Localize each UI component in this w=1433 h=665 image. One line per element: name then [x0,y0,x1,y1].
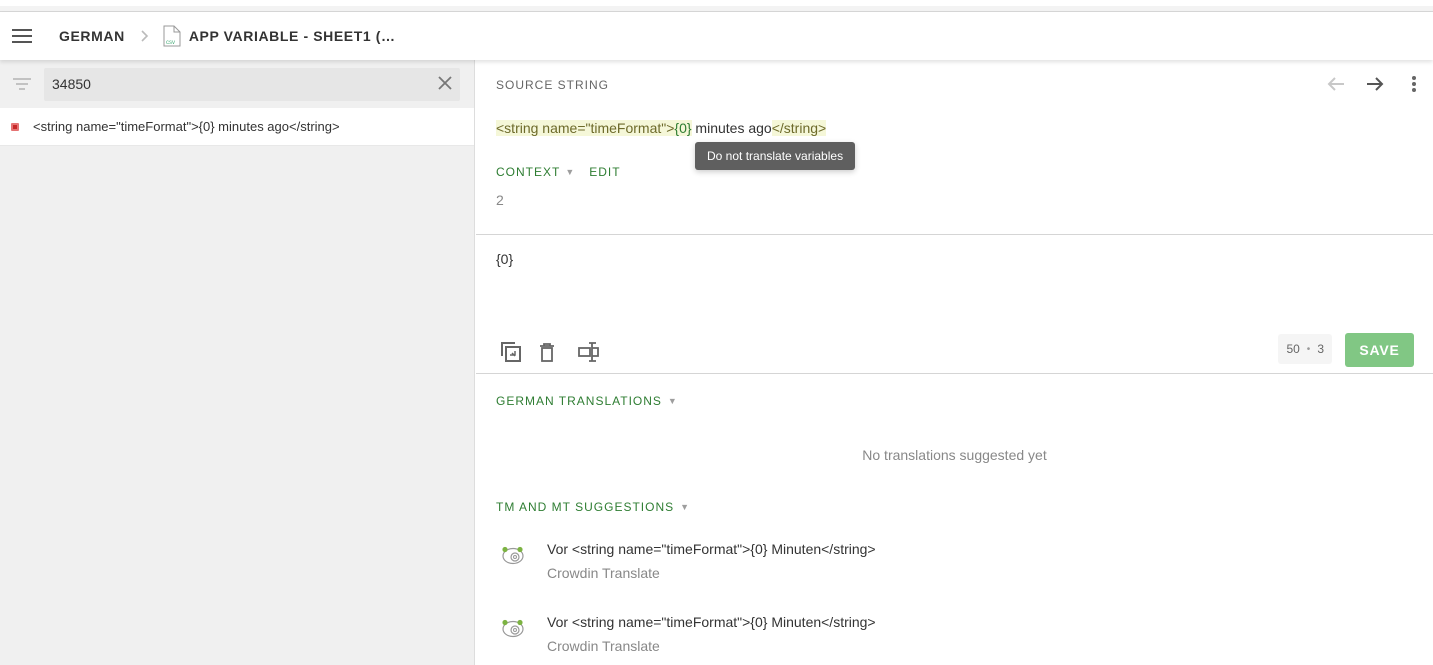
suggestion-source: Crowdin Translate [547,638,660,654]
chevron-right-icon [141,30,149,42]
editor-toolbar [500,337,617,367]
caret-down-icon: ▼ [680,502,691,512]
strings-sidebar: <string name="timeFormat">{0} minutes ag… [0,60,475,665]
edit-context-link[interactable]: EDIT [589,165,620,179]
suggestions-toggle[interactable]: TM AND MT SUGGESTIONS ▼ [496,500,690,514]
crowdin-translate-icon [501,618,525,643]
string-list-item[interactable]: <string name="timeFormat">{0} minutes ag… [0,108,474,146]
filter-row [0,60,474,108]
string-navigation [1316,72,1433,96]
editor-main: SOURCE STRING <string name="timeFormat">… [476,60,1433,665]
context-row: CONTEXT ▼ EDIT [496,165,621,179]
german-translations-toggle[interactable]: GERMAN TRANSLATIONS ▼ [496,394,678,408]
arrow-right-icon [1366,77,1383,91]
browser-top-strip [0,0,1433,12]
more-options-button[interactable] [1394,72,1433,96]
counter-translation-length: 3 [1317,342,1324,356]
next-string-button[interactable] [1355,72,1394,96]
csv-file-icon: csv [163,25,181,47]
crowdin-translate-icon [501,545,525,570]
search-input[interactable] [44,76,414,92]
suggestion-source: Crowdin Translate [547,565,660,581]
previous-string-button[interactable] [1316,72,1355,96]
counter-source-length: 50 [1286,342,1300,356]
source-open-tag: <string name="timeFormat"> [496,120,675,136]
suggestion-text: Vor <string name="timeFormat">{0} Minute… [547,614,876,630]
hamburger-menu-icon [12,29,32,43]
copy-source-button[interactable] [500,337,539,367]
translation-editor: {0} 50 • 3 SAVE [476,235,1433,374]
context-value: 2 [496,192,504,208]
source-string-text: <string name="timeFormat">{0} minutes ag… [496,120,827,136]
menu-button[interactable] [0,12,44,60]
untranslated-status-icon [11,122,19,131]
svg-text:csv: csv [166,40,175,46]
search-box [44,67,460,101]
clear-search-icon[interactable] [438,75,452,95]
variable-tooltip: Do not translate variables [695,142,856,170]
insert-placeholder-button[interactable] [578,337,617,367]
filter-icon[interactable] [0,78,44,90]
context-toggle[interactable]: CONTEXT [496,165,560,179]
source-close-tag: </string> [771,120,827,136]
caret-down-icon[interactable]: ▼ [565,167,575,177]
translations-section: GERMAN TRANSLATIONS ▼ No translations su… [476,374,1433,664]
trash-icon [540,343,554,362]
arrow-left-icon [1327,77,1344,91]
german-translations-label: GERMAN TRANSLATIONS [496,394,662,408]
character-counter: 50 • 3 [1278,334,1332,364]
source-string-section: SOURCE STRING <string name="timeFormat">… [476,60,1433,235]
suggestion-item[interactable]: Vor <string name="timeFormat">{0} Minute… [496,614,1413,664]
text-cursor-icon [578,342,599,362]
suggestion-item[interactable]: Vor <string name="timeFormat">{0} Minute… [496,541,1413,591]
breadcrumb-language[interactable]: GERMAN [59,28,125,44]
source-variable[interactable]: {0} [674,120,692,136]
caret-down-icon: ▼ [667,396,678,406]
clear-translation-button[interactable] [539,337,578,367]
source-string-label: SOURCE STRING [496,78,610,92]
translation-input[interactable]: {0} [496,251,513,267]
source-plain-text: minutes ago [691,120,772,136]
suggestion-text: Vor <string name="timeFormat">{0} Minute… [547,541,876,557]
more-vertical-icon [1411,76,1416,92]
breadcrumb-file[interactable]: APP VARIABLE - SHEET1 (… [189,28,396,44]
string-list-item-text: <string name="timeFormat">{0} minutes ag… [33,119,340,134]
save-button[interactable]: SAVE [1345,333,1414,367]
suggestions-label: TM AND MT SUGGESTIONS [496,500,675,514]
no-translations-message: No translations suggested yet [862,447,1047,463]
editor-header: GERMAN csv APP VARIABLE - SHEET1 (… [0,12,1433,60]
copy-source-icon [501,342,521,362]
